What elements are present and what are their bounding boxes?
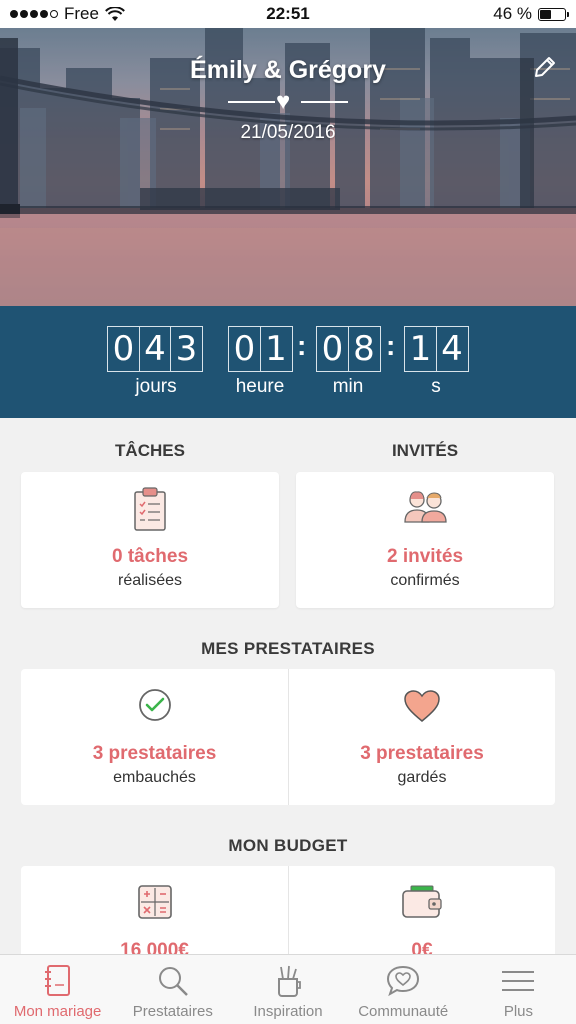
wifi-icon [105,6,125,21]
tab-label: Plus [503,1003,533,1020]
tasks-card[interactable]: 0 tâches réalisées [21,472,279,608]
guests-card[interactable]: 2 invités confirmés [296,472,554,608]
countdown-panel: 0 4 3 0 1 : 0 8 : 1 4 jours heure min s [0,306,576,418]
couple-name: Émily & Grégory [190,56,386,84]
check-circle-icon [138,689,171,721]
chat-heart-icon [387,965,420,997]
wedding-date: 21/05/2016 [240,122,336,143]
tab-label: Inspiration [253,1003,323,1020]
vendors-saved-value: 3 prestataires [360,743,484,764]
budget-spent[interactable]: 0€ [288,866,555,966]
minutes-label: min [332,376,364,397]
vendors-saved-sub: gardés [397,769,447,786]
countdown-hours: 0 1 [228,326,293,372]
tab-label: Prestataires [132,1003,213,1020]
tab-label: Communauté [358,1003,449,1020]
guests-value: 2 invités [386,546,464,567]
seconds-label: s [431,376,441,397]
title-divider: ♥ [228,88,348,115]
budget-title: MON BUDGET [228,836,348,855]
tab-plus[interactable]: Plus [461,955,576,1024]
tasks-title: TÂCHES [115,441,185,460]
vendors-card: 3 prestataires embauchés 3 prestataires … [21,669,555,805]
tab-bar: Mon mariage Prestataires Inspiration Com… [0,954,576,1024]
battery-percent: 46 % [493,4,532,23]
wallet-icon [402,885,442,918]
colon: : [297,330,307,361]
hero-banner: Émily & Grégory ♥ 21/05/2016 [0,28,576,306]
tab-prestataires[interactable]: Prestataires [115,955,230,1024]
digit: 0 [228,326,261,372]
notebook-icon [44,965,70,996]
colon: : [386,330,396,361]
digit: 1 [404,326,437,372]
tab-label: Mon mariage [13,1003,102,1020]
digit: 3 [170,326,203,372]
heart-icon [404,690,440,722]
digit: 0 [316,326,349,372]
search-icon [158,967,188,996]
vendors-hired-value: 3 prestataires [92,743,217,764]
vendors-hired-sub: embauchés [113,769,196,786]
tab-mon-mariage[interactable]: Mon mariage [0,955,115,1024]
status-bar: Free 22:51 46 % [0,0,576,28]
clipboard-icon [134,487,166,531]
battery-icon [538,7,569,21]
vendors-hired[interactable]: 3 prestataires embauchés [21,669,288,805]
heart-divider-icon: ♥ [276,88,291,115]
digit: 8 [347,326,381,372]
digit: 0 [107,326,140,372]
status-right: 46 % [493,4,569,24]
digit: 4 [138,326,172,372]
tools-cup-icon [278,965,301,997]
edit-pencil-icon[interactable] [532,54,558,80]
vendors-saved[interactable]: 3 prestataires gardés [288,669,555,805]
status-left: Free [10,4,125,24]
countdown-minutes: 0 8 [316,326,381,372]
signal-icon [10,10,58,18]
digit: 4 [435,326,469,372]
tab-communaute[interactable]: Communauté [346,955,461,1024]
guests-icon [404,491,447,523]
tasks-sub: réalisées [117,572,183,589]
digit: 1 [259,326,293,372]
budget-card: 16 000€ 0€ [21,866,555,966]
calculator-icon [137,885,172,919]
carrier-label: Free [64,4,99,23]
menu-icon [502,971,535,991]
budget-estimated[interactable]: 16 000€ [21,866,288,966]
tasks-value: 0 tâches [111,546,189,567]
days-label: jours [135,376,177,397]
tab-inspiration[interactable]: Inspiration [230,955,345,1024]
vendors-title: MES PRESTATAIRES [201,639,375,658]
guests-sub: confirmés [390,572,460,589]
guests-title: INVITÉS [391,441,459,460]
countdown-seconds: 1 4 [404,326,469,372]
countdown-days: 0 4 3 [107,326,203,372]
hours-label: heure [235,376,285,397]
